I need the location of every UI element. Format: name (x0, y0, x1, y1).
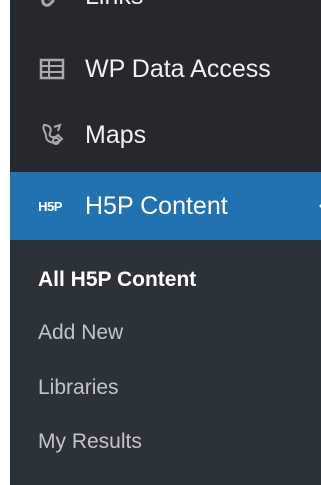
page: Links WP Data Access Maps (0, 0, 321, 485)
submenu-item-libraries[interactable]: Libraries (38, 376, 119, 400)
menu-item-label: Links (85, 0, 143, 11)
map-marker-icon (37, 120, 67, 150)
admin-sidebar: Links WP Data Access Maps (0, 0, 321, 485)
submenu-item-my-results[interactable]: My Results (38, 430, 142, 454)
menu-item-links[interactable]: Links (10, 0, 321, 30)
h5p-icon-text: H5P (38, 198, 62, 214)
h5p-icon: H5P (30, 191, 70, 221)
menu-item-wp-data-access[interactable]: WP Data Access (10, 35, 321, 103)
submenu-item-all-h5p-content[interactable]: All H5P Content (38, 268, 196, 292)
table-icon (37, 54, 67, 84)
submenu-item-add-new[interactable]: Add New (38, 321, 123, 345)
h5p-submenu: All H5P Content Add New Libraries My Res… (10, 240, 321, 485)
menu-item-h5p-content[interactable]: H5P H5P Content (10, 172, 321, 240)
link-icon (37, 0, 67, 11)
menu-item-label: H5P Content (85, 191, 228, 220)
menu-item-label: Maps (85, 120, 147, 149)
menu-item-label: WP Data Access (85, 54, 271, 83)
menu-item-maps[interactable]: Maps (10, 101, 321, 169)
